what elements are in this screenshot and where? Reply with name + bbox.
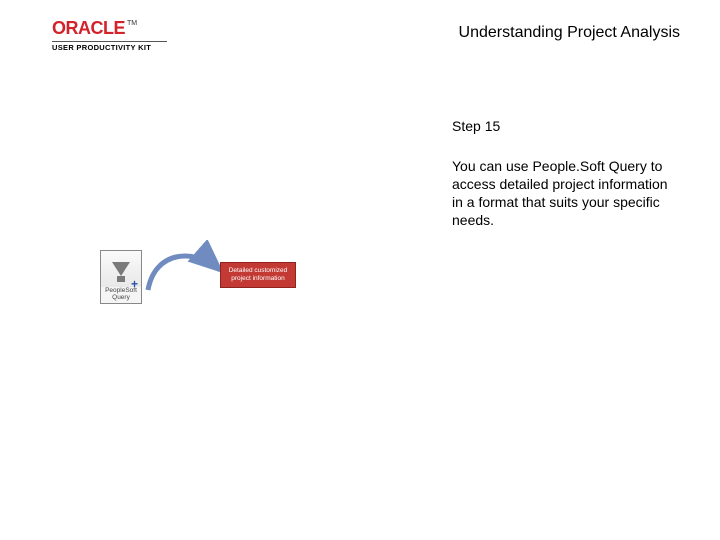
oracle-upk-logo: ORACLE TM USER PRODUCTIVITY KIT xyxy=(52,18,182,52)
oracle-text: ORACLE xyxy=(52,18,125,39)
step-body-text: You can use People.Soft Query to access … xyxy=(452,158,682,230)
peoplesoft-query-icon-box: + PeopleSoft Query xyxy=(100,250,142,304)
logo-divider xyxy=(52,41,167,42)
funnel-plus-icon: + xyxy=(101,251,141,287)
step-label: Step 15 xyxy=(452,118,500,134)
page-title: Understanding Project Analysis xyxy=(459,24,680,42)
product-line-label: USER PRODUCTIVITY KIT xyxy=(52,43,182,52)
trademark-symbol: TM xyxy=(127,20,137,27)
callout-box: Detailed customized project information xyxy=(220,262,296,288)
oracle-wordmark: ORACLE TM xyxy=(52,18,182,39)
query-diagram: + PeopleSoft Query Detailed customized p… xyxy=(100,240,310,320)
curved-arrow-icon xyxy=(140,240,230,300)
